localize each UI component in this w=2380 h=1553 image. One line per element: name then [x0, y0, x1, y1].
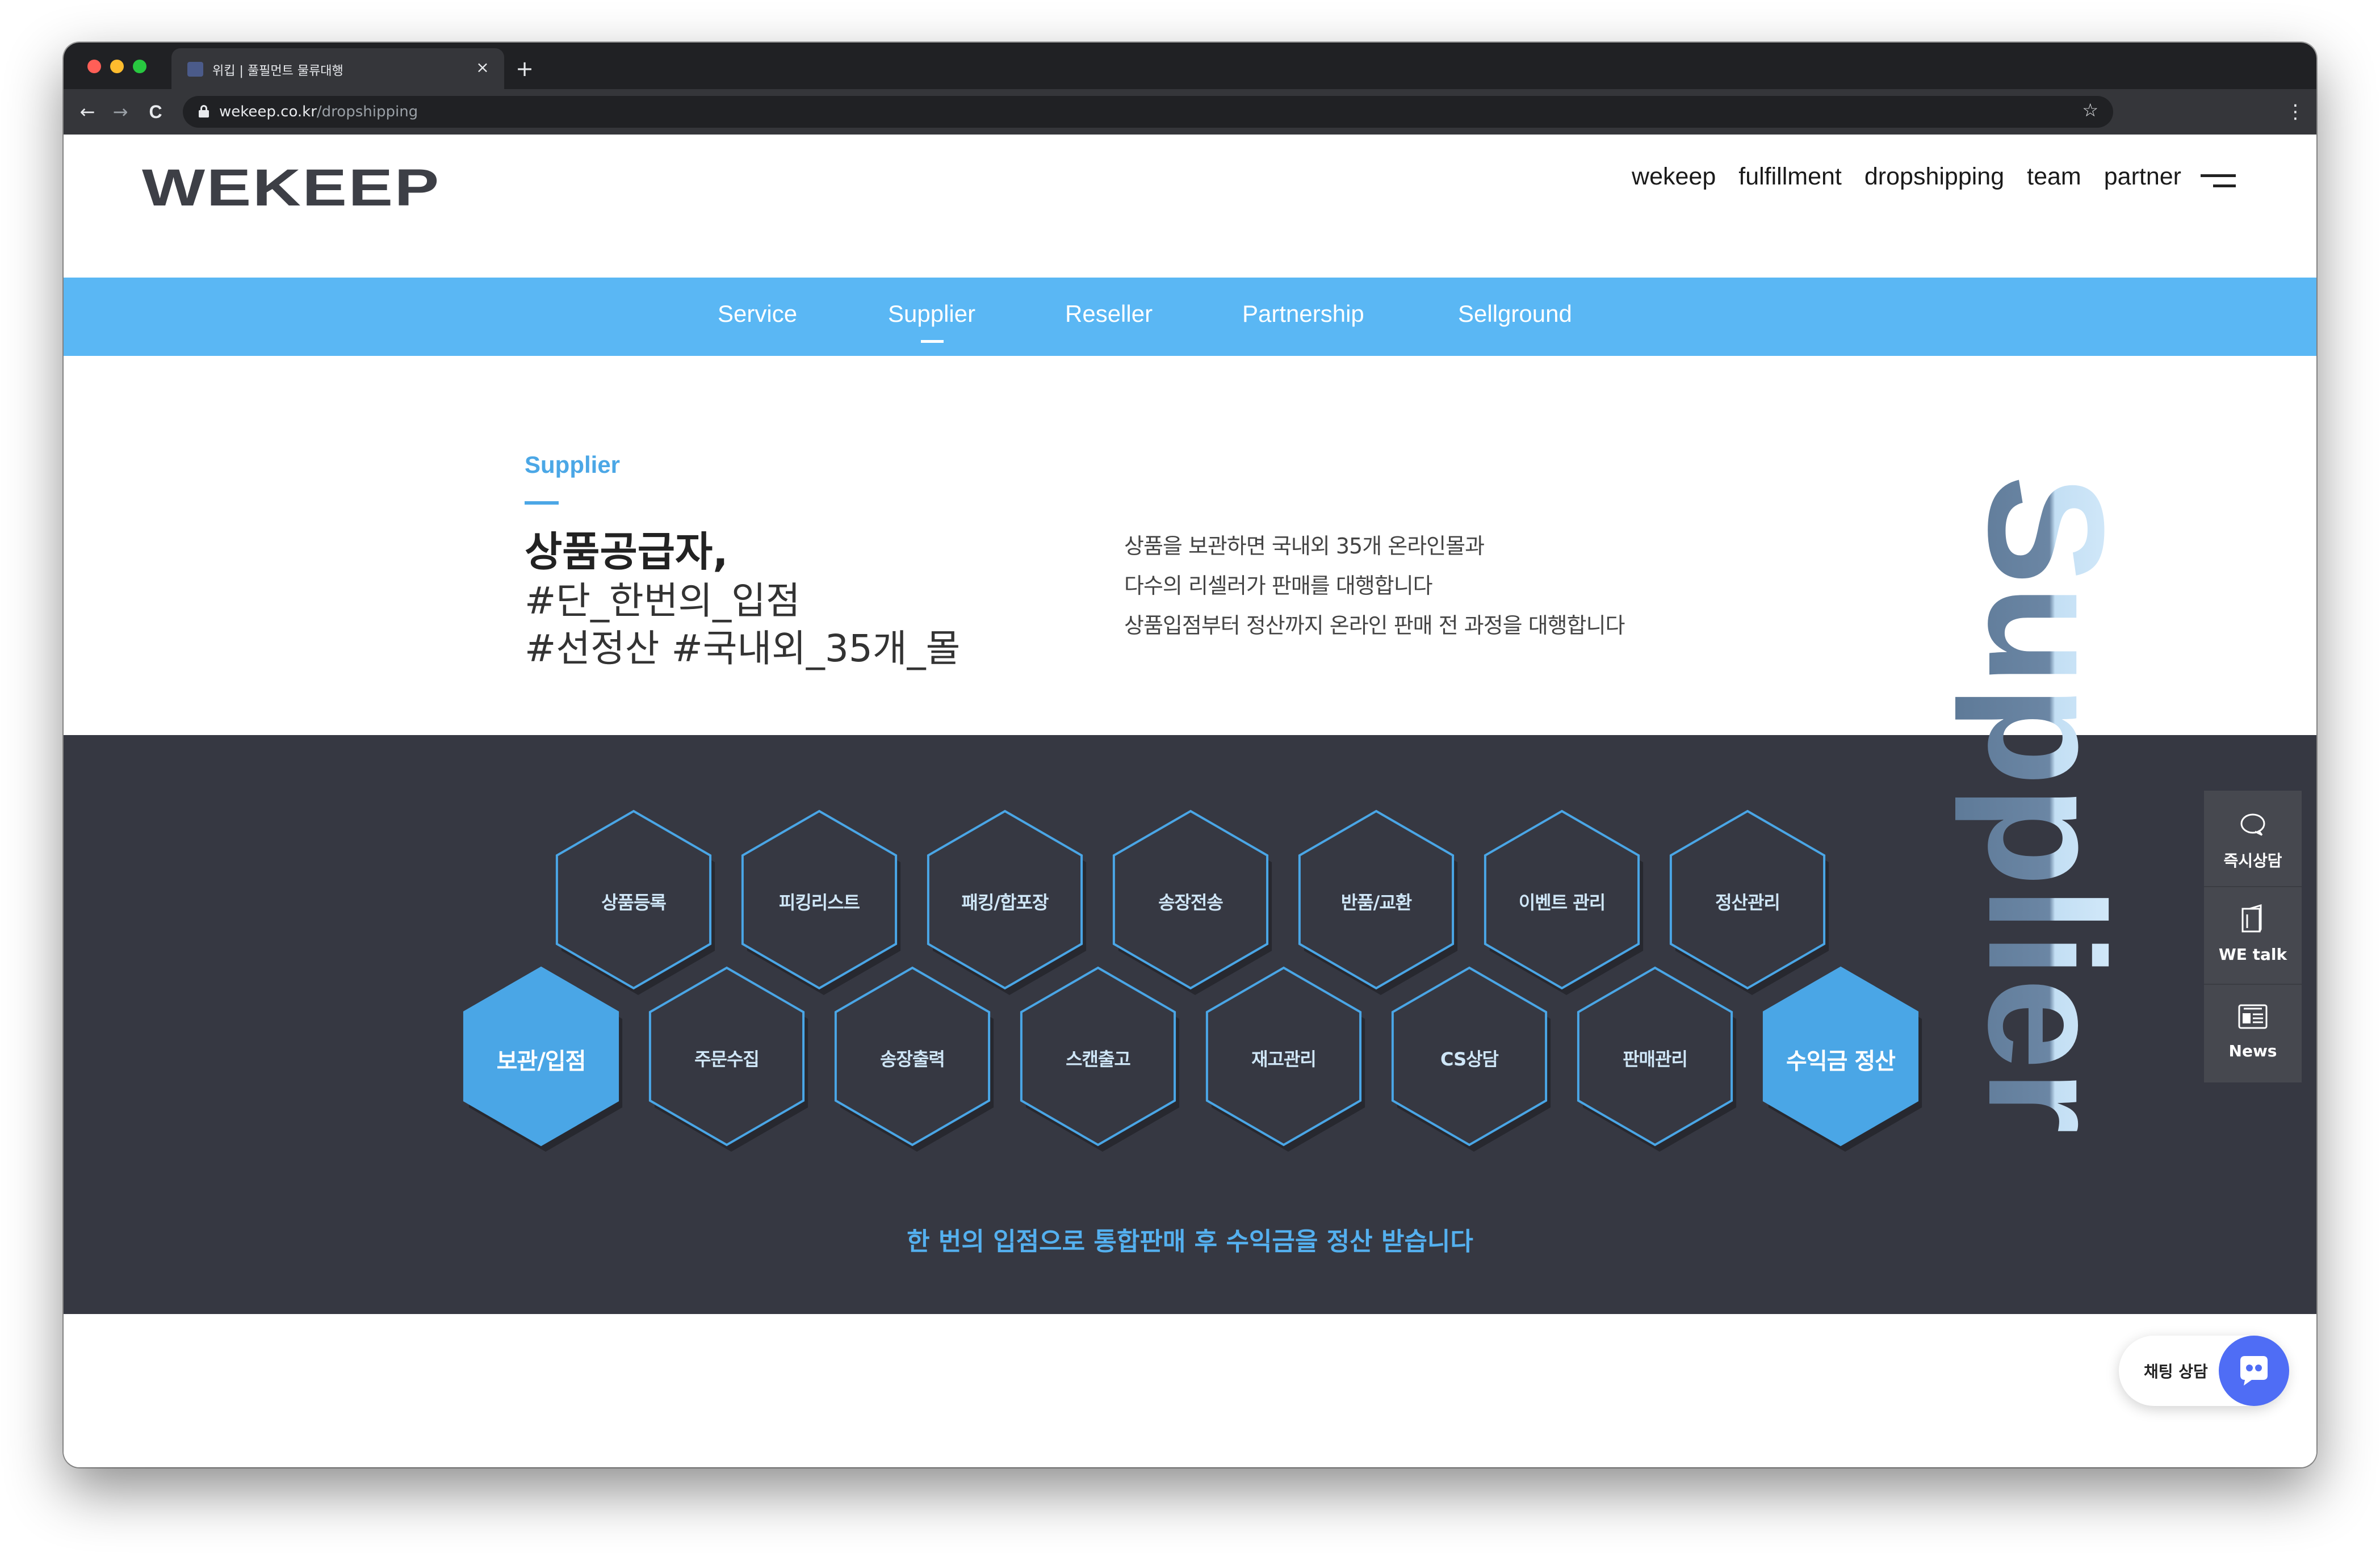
subnav-reseller[interactable]: Reseller — [1065, 300, 1153, 328]
nav-fulfillment[interactable]: fulfillment — [1738, 163, 1842, 191]
browser-toolbar: ← → C wekeep.co.kr/dropshipping ☆ ⋮ — [64, 89, 2316, 135]
subnav-sellground[interactable]: Sellground — [1458, 300, 1572, 328]
browser-tab[interactable]: 위킵 | 풀필먼트 물류대행 × — [171, 48, 504, 89]
page: 위킵 | 풀필먼트 물류대행 × + ← → C wekeep.co.kr/dr… — [0, 0, 2380, 1553]
subnav-partnership[interactable]: Partnership — [1242, 300, 1364, 328]
chat-consult-label: 채팅 상담 — [2144, 1362, 2208, 1381]
process-section: 상품등록 피킹리스트 패킹/합포장 송장전송 반품/교환 이벤트 관리 정산관리보관/입점 주… — [64, 735, 2316, 1314]
description-line-2: 다수의 리셀러가 판매를 대행합니다 — [1124, 573, 1433, 598]
minimize-window-button[interactable] — [110, 60, 124, 73]
hex-top-6-label: 이벤트 관리 — [1518, 892, 1606, 913]
url-path: /dropshipping — [316, 103, 418, 120]
headline-line-2: #단_한번의_입점 — [525, 579, 801, 623]
description-line-3: 상품입점부터 정산까지 온라인 판매 전 과정을 대행합니다 — [1124, 613, 1625, 638]
chat-bot-icon — [2219, 1336, 2289, 1406]
address-bar[interactable]: wekeep.co.kr/dropshipping ☆ — [183, 96, 2113, 128]
sidepanel-consult-label: 즉시상담 — [2223, 851, 2282, 870]
sidepanel-consult[interactable]: 즉시상담 — [2204, 791, 2302, 887]
headline-line-1: 상품공급자, — [525, 528, 728, 576]
hex-bottom-5-label: 재고관리 — [1251, 1048, 1317, 1070]
hex-top-4-label: 송장전송 — [1158, 892, 1223, 913]
browser-window: 위킵 | 풀필먼트 물류대행 × + ← → C wekeep.co.kr/dr… — [64, 43, 2316, 1467]
url-domain: wekeep.co.kr — [219, 103, 317, 120]
reload-button[interactable]: C — [142, 98, 169, 125]
tab-close-icon[interactable]: × — [471, 56, 494, 79]
hex-bottom-8-label: 수익금 정산 — [1786, 1048, 1896, 1074]
hex-bottom-6-label: CS상담 — [1440, 1048, 1499, 1070]
eyebrow-underline — [525, 501, 559, 505]
sidepanel-wetalk[interactable]: WE talk — [2204, 888, 2302, 985]
hex-top-1-label: 상품등록 — [601, 892, 667, 913]
quick-side-panel: 즉시상담 WE talk News — [2204, 791, 2302, 1082]
wekeep-logo[interactable]: WEKEEP — [142, 162, 441, 214]
process-tagline: 한 번의 입점으로 통합판매 후 수익금을 정산 받습니다 — [907, 1227, 1473, 1256]
sidepanel-news-label: News — [2228, 1042, 2277, 1060]
book-icon — [2241, 904, 2262, 933]
sub-nav: Service Supplier Reseller Partnership Se… — [64, 278, 2316, 356]
lock-icon — [199, 105, 209, 117]
close-window-button[interactable] — [87, 60, 101, 73]
top-nav: wekeep fulfillment dropshipping team par… — [1632, 163, 2181, 191]
back-button[interactable]: ← — [74, 98, 101, 125]
hex-top-3-label: 패킹/합포장 — [961, 892, 1049, 913]
section-headline: 상품공급자, #단_한번의_입점 #선정산 #국내외_35개_몰 — [525, 526, 960, 673]
hex-bottom-2-label: 주문수집 — [694, 1048, 760, 1070]
hex-bottom-7-label: 판매관리 — [1623, 1048, 1688, 1070]
sidepanel-news[interactable]: News — [2204, 986, 2302, 1082]
website: WEKEEP wekeep fulfillment dropshipping t… — [64, 135, 2316, 1467]
maximize-window-button[interactable] — [133, 60, 146, 73]
description-line-1: 상품을 보관하면 국내외 35개 온라인몰과 — [1124, 534, 1485, 559]
hex-bottom-1-label: 보관/입점 — [496, 1048, 586, 1074]
newspaper-icon — [2238, 1004, 2268, 1029]
chat-bubble-icon — [2240, 813, 2265, 836]
nav-partner[interactable]: partner — [2104, 163, 2181, 191]
hex-bottom-3-label: 송장출력 — [880, 1048, 945, 1070]
hex-top-2-label: 피킹리스트 — [778, 892, 860, 913]
subnav-active-indicator — [921, 340, 944, 343]
chat-consult-button[interactable]: 채팅 상담 — [2119, 1336, 2289, 1406]
sidepanel-wetalk-label: WE talk — [2218, 945, 2287, 964]
bookmark-star-icon[interactable]: ☆ — [2082, 99, 2098, 121]
section-eyebrow: Supplier — [525, 451, 621, 478]
new-tab-button[interactable]: + — [512, 57, 537, 82]
hex-bottom-4-label: 스캔출고 — [1066, 1048, 1131, 1070]
url-text: wekeep.co.kr/dropshipping — [219, 103, 418, 120]
browser-menu-icon[interactable]: ⋮ — [2286, 98, 2305, 125]
forward-button[interactable]: → — [107, 98, 134, 125]
tab-title: 위킵 | 풀필먼트 물류대행 — [212, 64, 343, 78]
subnav-supplier[interactable]: Supplier — [888, 300, 975, 328]
hex-top-5-label: 반품/교환 — [1340, 892, 1412, 913]
nav-dropshipping[interactable]: dropshipping — [1864, 163, 2004, 191]
favicon-icon — [187, 62, 203, 77]
headline-line-3: #선정산 #국내외_35개_몰 — [525, 627, 961, 670]
hex-top-7-label: 정산관리 — [1715, 892, 1780, 913]
subnav-service[interactable]: Service — [718, 300, 797, 328]
hamburger-menu-icon[interactable] — [2201, 174, 2236, 191]
nav-team[interactable]: team — [2027, 163, 2081, 191]
nav-wekeep[interactable]: wekeep — [1632, 163, 1716, 191]
tab-bar: 위킵 | 풀필먼트 물류대행 × + — [64, 43, 2316, 89]
section-description: 상품을 보관하면 국내외 35개 온라인몰과 다수의 리셀러가 판매를 대행합니… — [1124, 526, 1625, 645]
